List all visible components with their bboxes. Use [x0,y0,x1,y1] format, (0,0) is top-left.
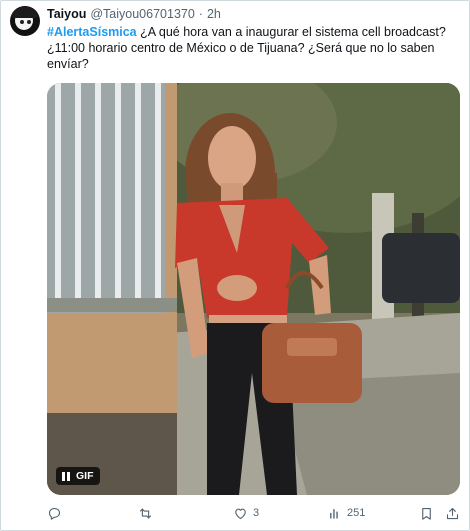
avatar[interactable] [10,6,40,36]
like-count: 3 [253,507,260,519]
bookmark-button[interactable] [419,504,434,522]
share-button[interactable] [445,504,460,522]
gif-label: GIF [76,470,94,482]
bag-buckle [287,338,337,356]
share-icon [446,507,459,519]
separator-dot: · [198,7,203,21]
views-button[interactable]: 251 [327,504,365,522]
tweet-text: #AlertaSísmica ¿A qué hora van a inaugur… [47,24,465,72]
reply-icon [48,507,61,520]
retweet-icon [139,508,152,518]
timestamp[interactable]: 2h [207,7,221,21]
hashtag-link[interactable]: #AlertaSísmica [47,25,137,39]
window-ledge [47,298,177,312]
gif-frame [47,83,460,495]
retweet-button[interactable] [138,504,153,522]
action-bar: 3 251 [41,504,466,522]
gif-media[interactable]: GIF [47,83,460,495]
brown-handbag [262,323,362,403]
like-button[interactable]: 3 [233,504,259,522]
author-display-name[interactable]: Taiyou [47,7,86,21]
avatar-eye [20,20,24,24]
heart-icon [235,508,246,519]
bookmark-icon [422,507,431,520]
tweet-header: Taiyou @Taiyou06701370 · 2h [47,6,221,22]
parked-car [382,233,460,303]
views-count: 251 [347,507,366,519]
avatar-hat [12,7,38,18]
gif-badge[interactable]: GIF [56,467,100,485]
avatar-eye [27,20,31,24]
face [208,126,256,190]
bar-chart-icon [330,508,338,518]
pause-icon[interactable] [62,471,70,481]
window-grate [47,83,165,313]
reply-button[interactable] [47,504,62,522]
tweet-card[interactable]: Taiyou @Taiyou06701370 · 2h #AlertaSísmi… [0,0,470,531]
author-handle[interactable]: @Taiyou06701370 [90,7,194,21]
hands [217,275,257,301]
